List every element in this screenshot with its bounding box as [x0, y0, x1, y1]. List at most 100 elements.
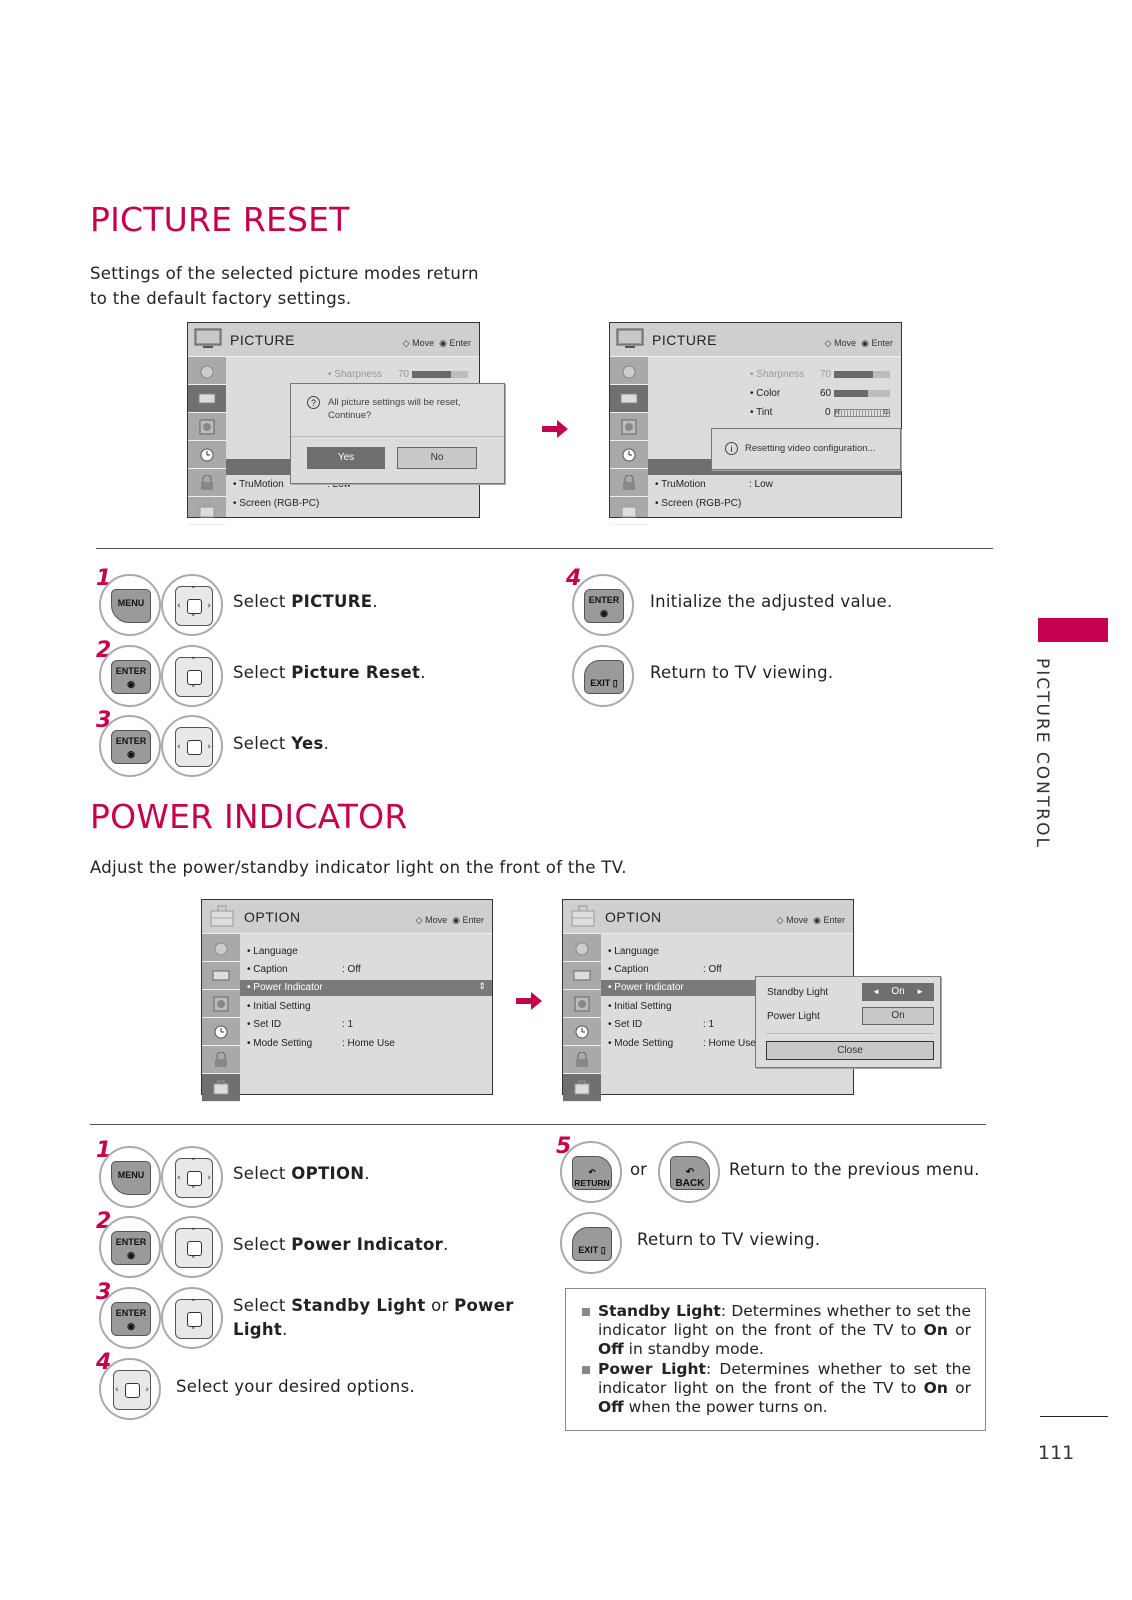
menu-item-screen[interactable]: • Screen (RGB-PC) — [655, 498, 741, 509]
sidebar-item-lock[interactable] — [563, 1046, 601, 1074]
sidebar-item-channel[interactable] — [188, 357, 226, 385]
close-button[interactable]: Close — [766, 1041, 934, 1060]
menu-item-tint[interactable]: • Tint — [750, 407, 772, 418]
left-arrow-icon[interactable]: ◄ — [872, 983, 880, 1001]
sidebar-item-audio[interactable] — [202, 990, 240, 1018]
yes-button[interactable]: Yes — [307, 447, 385, 469]
enter-key: ENTER ◉ — [572, 574, 634, 636]
menu-item-color[interactable]: • Color — [750, 388, 780, 399]
sidebar-item-option[interactable] — [563, 1074, 601, 1102]
sidebar-item-time[interactable] — [610, 441, 648, 469]
set-id-value: : 1 — [342, 1019, 354, 1030]
note-term: Power Light — [598, 1360, 706, 1378]
sidebar-item-picture[interactable] — [610, 385, 648, 413]
toolbox-icon — [574, 1080, 590, 1095]
right-arrow-icon[interactable]: ► — [916, 983, 924, 1001]
dialog-line: All picture settings will be reset, — [328, 397, 461, 408]
dpad-leftright-icon: ‹ › — [175, 727, 213, 767]
picture-icon — [573, 970, 591, 981]
menu-item-caption[interactable]: • Caption — [608, 964, 649, 975]
menu-item-initial-setting[interactable]: • Initial Setting — [608, 1001, 672, 1012]
tv-hint: ◇ Move ◉ Enter — [777, 915, 845, 926]
menu-item-screen[interactable]: • Screen (RGB-PC) — [233, 498, 319, 509]
sidebar-item-picture[interactable] — [188, 385, 226, 413]
toolbox-icon — [621, 503, 637, 518]
sidebar-item-channel[interactable] — [202, 934, 240, 962]
step-text-bold: Yes — [291, 734, 324, 753]
menu-item-sharpness[interactable]: • Sharpness — [750, 369, 804, 380]
menu-item-sharpness[interactable]: • Sharpness — [328, 369, 382, 380]
dpad-key: ˄ ‹ › ˅ — [161, 574, 223, 636]
back-button-icon: ↶ BACK — [670, 1156, 710, 1190]
lock-icon — [201, 475, 213, 490]
exit-button-icon: EXIT ▯ — [584, 660, 624, 694]
step-text: Initialize the adjusted value. — [650, 592, 893, 611]
sidebar-item-lock[interactable] — [610, 469, 648, 497]
step-text-plain: Select — [233, 1296, 292, 1315]
menu-item-initial-setting[interactable]: • Initial Setting — [247, 1001, 311, 1012]
tv-sidebar — [610, 357, 648, 525]
sidebar-item-channel[interactable] — [563, 934, 601, 962]
standby-light-selector[interactable]: ◄ On ► — [862, 983, 934, 1001]
back-key-label: BACK — [675, 1178, 705, 1189]
section-title-power-indicator: POWER INDICATOR — [90, 797, 408, 836]
exit-key: EXIT ▯ — [560, 1212, 622, 1274]
sidebar-item-option[interactable] — [610, 497, 648, 525]
step-text-plain: . — [372, 592, 378, 611]
hint-enter: Enter — [823, 915, 845, 925]
bullet-square-icon — [582, 1308, 590, 1316]
arrow-right-icon — [542, 420, 568, 438]
sidebar-item-audio[interactable] — [610, 413, 648, 441]
sidebar-item-picture[interactable] — [563, 962, 601, 990]
no-button[interactable]: No — [397, 447, 477, 469]
sidebar-item-channel[interactable] — [610, 357, 648, 385]
power-light-label: Power Light — [767, 1011, 820, 1022]
menu-item-mode-setting[interactable]: • Mode Setting — [247, 1038, 312, 1049]
step-text-plain: . — [282, 1320, 288, 1339]
enter-button-icon: ENTER ◉ — [111, 660, 151, 694]
sidebar-item-lock[interactable] — [188, 469, 226, 497]
toolbox-icon — [199, 503, 215, 518]
dpad-updown-icon: ˄ ˅ — [175, 1228, 213, 1268]
sidebar-item-option[interactable] — [202, 1074, 240, 1102]
step-text-bold: PICTURE — [291, 592, 373, 611]
back-arrow-icon: ↶ — [685, 1167, 695, 1178]
tv-screen-option: OPTION ◇ Move ◉ Enter ⇕ • Language • Cap… — [201, 899, 493, 1102]
menu-item-trumotion[interactable]: • TruMotion — [655, 479, 706, 490]
sidebar-item-audio[interactable] — [563, 990, 601, 1018]
note-text: in standby mode. — [623, 1340, 764, 1358]
menu-button-icon: MENU — [111, 589, 151, 623]
return-button-icon: ↶ RETURN — [572, 1156, 612, 1190]
sidebar-item-time[interactable] — [202, 1018, 240, 1046]
menu-item-mode-setting[interactable]: • Mode Setting — [608, 1038, 673, 1049]
sidebar-item-option[interactable] — [188, 497, 226, 525]
menu-item-power-indicator[interactable]: • Power Indicator — [247, 982, 323, 993]
power-light-selector[interactable]: On — [862, 1007, 934, 1025]
menu-item-power-indicator[interactable]: • Power Indicator — [608, 982, 684, 993]
sidebar-item-time[interactable] — [563, 1018, 601, 1046]
step-text: Select Picture Reset. — [233, 663, 426, 682]
section-title-picture-reset: PICTURE RESET — [90, 200, 350, 239]
sidebar-item-audio[interactable] — [188, 413, 226, 441]
sidebar-item-lock[interactable] — [202, 1046, 240, 1074]
enter-key: ENTER ◉ — [99, 1216, 161, 1278]
enter-icon: ◉ — [861, 338, 869, 348]
or-text: or — [630, 1160, 647, 1179]
chapter-label: PICTURE CONTROL — [1032, 658, 1052, 849]
exit-key: EXIT ▯ — [572, 645, 634, 707]
sidebar-item-picture[interactable] — [202, 962, 240, 990]
step-text: Select OPTION. — [233, 1164, 370, 1183]
menu-item-language[interactable]: • Language — [247, 946, 298, 957]
return-key-label: RETURN — [574, 1178, 610, 1188]
speaker-icon — [621, 419, 637, 435]
menu-item-language[interactable]: • Language — [608, 946, 659, 957]
menu-item-caption[interactable]: • Caption — [247, 964, 288, 975]
sidebar-item-time[interactable] — [188, 441, 226, 469]
move-icon: ◇ — [415, 915, 423, 925]
hint-move: Move — [425, 915, 448, 925]
tv-sidebar — [202, 934, 240, 1102]
menu-item-set-id[interactable]: • Set ID — [247, 1019, 281, 1030]
menu-item-set-id[interactable]: • Set ID — [608, 1019, 642, 1030]
menu-item-trumotion[interactable]: • TruMotion — [233, 479, 284, 490]
updown-scroll-icon: ⇕ — [478, 981, 486, 991]
